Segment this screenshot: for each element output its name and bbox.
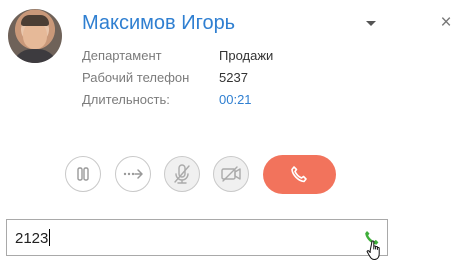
duration-label: Длительность: <box>82 92 170 107</box>
mute-button[interactable] <box>164 156 200 192</box>
duration-value: 00:21 <box>219 92 252 107</box>
department-row: Департамент Продажи <box>82 48 273 63</box>
pause-icon <box>77 167 89 181</box>
chevron-down-icon[interactable] <box>366 21 376 26</box>
dial-input-value[interactable]: 2123 <box>15 229 51 247</box>
video-off-icon <box>221 166 241 182</box>
transfer-button[interactable] <box>115 156 151 192</box>
hand-cursor-icon <box>366 240 380 260</box>
hold-button[interactable] <box>65 156 101 192</box>
close-icon[interactable]: × <box>438 13 454 32</box>
duration-row: Длительность: 00:21 <box>82 92 252 107</box>
work-phone-row: Рабочий телефон 5237 <box>82 70 248 85</box>
department-value: Продажи <box>219 48 274 63</box>
work-phone-value: 5237 <box>219 70 248 85</box>
work-phone-label: Рабочий телефон <box>82 70 190 85</box>
dial-input[interactable]: 2123 <box>6 219 388 256</box>
contact-name[interactable]: Максимов Игорь <box>82 12 235 35</box>
text-caret <box>49 229 51 246</box>
department-label: Департамент <box>82 48 162 63</box>
hangup-button[interactable] <box>263 155 336 194</box>
mic-off-icon <box>174 164 190 184</box>
transfer-icon <box>123 169 143 179</box>
caller-avatar <box>8 9 62 63</box>
video-button[interactable] <box>213 156 249 192</box>
hangup-icon <box>291 166 307 183</box>
